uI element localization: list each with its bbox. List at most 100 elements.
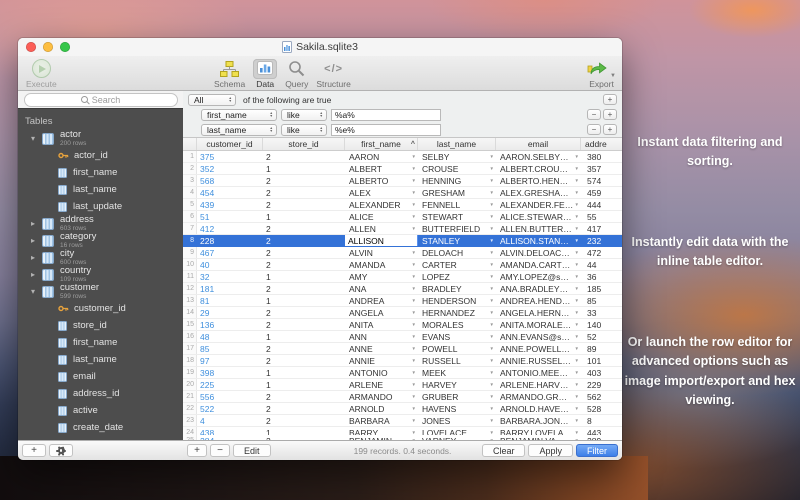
cell-dropdown-icon[interactable]: ▼ — [490, 382, 494, 387]
cell-dropdown-icon[interactable]: ▼ — [412, 298, 416, 303]
cell[interactable]: ALLEN ▼ — [345, 223, 418, 234]
cell-dropdown-icon[interactable]: ▼ — [412, 190, 416, 195]
cell[interactable]: EVANS ▼ — [418, 331, 496, 342]
titlebar[interactable]: Sakila.sqlite3 — [18, 38, 622, 56]
sidebar-column-last_name[interactable]: last_name — [18, 181, 183, 198]
column-header-first_name[interactable]: first_name ^ — [345, 138, 418, 150]
cell[interactable]: 2 — [263, 223, 345, 234]
cell[interactable]: ALEX ▼ — [345, 187, 418, 198]
cell[interactable]: 459 — [581, 187, 622, 198]
cell[interactable]: 1 — [263, 379, 345, 390]
cell[interactable]: 412 — [197, 223, 263, 234]
cell[interactable]: ANGELA ▼ — [345, 307, 418, 318]
cell-dropdown-icon[interactable]: ▼ — [575, 274, 579, 279]
cell-dropdown-icon[interactable]: ▼ — [490, 262, 494, 267]
cell[interactable]: 1 — [263, 271, 345, 282]
cell[interactable]: 32 — [197, 271, 263, 282]
cell-dropdown-icon[interactable]: ▼ — [575, 250, 579, 255]
cell-dropdown-icon[interactable]: ▼ — [412, 346, 416, 351]
sidebar-column-last_name[interactable]: last_name — [18, 351, 183, 368]
cell[interactable]: HAVENS ▼ — [418, 403, 496, 414]
cell[interactable]: 81 — [197, 295, 263, 306]
column-header-store_id[interactable]: store_id — [263, 138, 345, 150]
disclosure-open-icon[interactable]: ▾ — [31, 287, 42, 296]
cell[interactable]: 562 — [581, 391, 622, 402]
cell-dropdown-icon[interactable]: ▼ — [490, 178, 494, 183]
disclosure-closed-icon[interactable]: ▸ — [31, 253, 42, 262]
cell[interactable]: 36 — [581, 271, 622, 282]
cell[interactable]: 85 — [581, 295, 622, 306]
cell-dropdown-icon[interactable]: ▼ — [490, 406, 494, 411]
cell[interactable]: ANA.BRADLEY… ▼ — [496, 283, 581, 294]
cell[interactable]: AMANDA ▼ — [345, 259, 418, 270]
cell-dropdown-icon[interactable]: ▼ — [575, 322, 579, 327]
cell[interactable]: BARBARA.JON… ▼ — [496, 415, 581, 426]
cell[interactable]: ARMANDO ▼ — [345, 391, 418, 402]
field-select[interactable]: last_name ▲ ▼ — [201, 123, 277, 136]
cell[interactable]: 398 — [197, 367, 263, 378]
settings-button[interactable] — [49, 444, 73, 457]
cell[interactable]: 2 — [263, 343, 345, 354]
cell[interactable]: RUSSELL ▼ — [418, 355, 496, 366]
cell[interactable]: 2 — [263, 319, 345, 330]
cell[interactable]: STANLEY ▼ — [418, 235, 496, 246]
cell[interactable]: ALEXANDER ▼ — [345, 199, 418, 210]
cell-dropdown-icon[interactable]: ▼ — [490, 154, 494, 159]
cell[interactable]: 528 — [581, 403, 622, 414]
cell[interactable]: ANNE ▼ — [345, 343, 418, 354]
cell[interactable]: ALBERT ▼ — [345, 163, 418, 174]
cell[interactable]: 225 — [197, 379, 263, 390]
cell[interactable]: ALBERTO ▼ — [345, 175, 418, 186]
cell[interactable]: 2 — [263, 283, 345, 294]
cell[interactable]: ANITA ▼ — [345, 319, 418, 330]
cell[interactable]: STEWART ▼ — [418, 211, 496, 222]
cell-dropdown-icon[interactable]: ▼ — [490, 274, 494, 279]
table-row[interactable]: 1 375 2 AARON ▼ SELBY ▼ AARON.SELBY… ▼ 380 — [183, 151, 622, 163]
cell[interactable]: 2 — [263, 175, 345, 186]
filter-value-input[interactable] — [331, 108, 441, 121]
cell-dropdown-icon[interactable]: ▼ — [490, 418, 494, 423]
cell-dropdown-icon[interactable]: ▼ — [575, 262, 579, 267]
column-header-email[interactable]: email — [496, 138, 581, 150]
operator-select[interactable]: like ▲ ▼ — [281, 123, 327, 136]
cell-dropdown-icon[interactable]: ▼ — [490, 310, 494, 315]
cell[interactable]: AARON.SELBY… ▼ — [496, 151, 581, 162]
apply-button[interactable]: Apply — [528, 444, 573, 457]
cell[interactable]: ARNOLD ▼ — [345, 403, 418, 414]
cell[interactable]: 380 — [581, 151, 622, 162]
sidebar-column-first_name[interactable]: first_name — [18, 334, 183, 351]
cell[interactable]: 2 — [263, 151, 345, 162]
table-row[interactable]: 17 85 2 ANNE ▼ POWELL ▼ ANNE.POWELL… ▼ 89 — [183, 343, 622, 355]
cell[interactable]: ALICE ▼ — [345, 211, 418, 222]
cell[interactable]: 1 — [263, 367, 345, 378]
cell-dropdown-icon[interactable]: ▼ — [490, 190, 494, 195]
cell[interactable]: 522 — [197, 403, 263, 414]
disclosure-closed-icon[interactable]: ▸ — [31, 236, 42, 245]
table-row[interactable]: 8 228 2 ALLISON STANLEY ▼ ALLISON.STAN… ▼ 232 — [183, 235, 622, 247]
cell[interactable]: MEEK ▼ — [418, 367, 496, 378]
cell[interactable]: ALICE.STEWAR… ▼ — [496, 211, 581, 222]
cell[interactable]: 8 — [581, 415, 622, 426]
cell[interactable]: ALVIN.DELOAC… ▼ — [496, 247, 581, 258]
cell-dropdown-icon[interactable]: ▼ — [575, 202, 579, 207]
cell[interactable]: 40 — [197, 259, 263, 270]
cell-dropdown-icon[interactable]: ▼ — [412, 310, 416, 315]
sidebar-column-actor_id[interactable]: actor_id — [18, 147, 183, 164]
remove-rule-button[interactable]: − — [587, 109, 601, 120]
cell-dropdown-icon[interactable]: ▼ — [575, 178, 579, 183]
column-header-last_name[interactable]: last_name — [418, 138, 496, 150]
cell[interactable]: ANDREA.HEND… ▼ — [496, 295, 581, 306]
remove-rule-button[interactable]: − — [587, 124, 601, 135]
column-header-addre[interactable]: addre — [581, 138, 622, 150]
cell[interactable]: BARBARA ▼ — [345, 415, 418, 426]
disclosure-closed-icon[interactable]: ▸ — [31, 270, 42, 279]
filter-value-input[interactable] — [331, 123, 441, 136]
cell[interactable]: 55 — [581, 211, 622, 222]
add-row-button[interactable]: + — [187, 444, 207, 457]
cell-dropdown-icon[interactable]: ▼ — [575, 346, 579, 351]
cell[interactable]: 1 — [263, 211, 345, 222]
cell-dropdown-icon[interactable]: ▼ — [490, 322, 494, 327]
cell[interactable]: 229 — [581, 379, 622, 390]
filter-button[interactable]: Filter — [576, 444, 618, 457]
table-row[interactable]: 22 522 2 ARNOLD ▼ HAVENS ▼ ARNOLD.HAVE… ▼ 528 — [183, 403, 622, 415]
